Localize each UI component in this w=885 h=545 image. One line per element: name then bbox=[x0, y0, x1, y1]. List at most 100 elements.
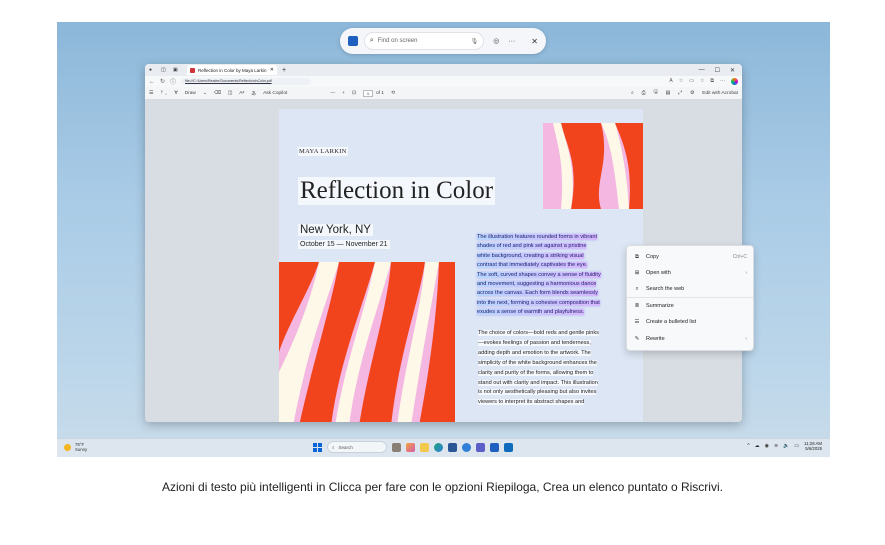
menu-item-search-web[interactable]: ⌕ Search the web bbox=[627, 282, 753, 298]
selected-line: shades of red and pink set against a pri… bbox=[477, 243, 587, 250]
copilot-app-icon[interactable] bbox=[406, 442, 415, 452]
body-paragraph: The choice of colors—bold reds and gentl… bbox=[478, 329, 618, 408]
tab-actions-icon[interactable]: ▣ bbox=[173, 67, 179, 73]
tab-title: Reflection in Color by Maya Larkin bbox=[198, 67, 267, 73]
weather-desc: Sunny bbox=[75, 447, 88, 452]
menu-item-summarize[interactable]: ≣ Summarize bbox=[627, 298, 753, 314]
document-title: Reflection in Color bbox=[298, 177, 496, 205]
new-tab-icon[interactable]: + bbox=[282, 67, 286, 74]
contents-icon[interactable]: ☰ bbox=[149, 91, 153, 96]
favorites-icon[interactable]: ☆ bbox=[700, 78, 704, 85]
network-icon[interactable]: ◉ bbox=[765, 443, 769, 449]
bulleted-list-icon: ☰ bbox=[634, 319, 640, 326]
collections-icon[interactable]: ⧉ bbox=[710, 78, 714, 85]
menu-item-label: Rewrite bbox=[646, 335, 665, 342]
fit-page-icon[interactable]: ⊡ bbox=[352, 91, 356, 96]
settings-app-icon[interactable] bbox=[462, 442, 471, 452]
chevron-right-icon: › bbox=[745, 335, 747, 342]
document-city: New York, NY bbox=[298, 224, 373, 236]
click-to-do-icon[interactable] bbox=[348, 36, 358, 46]
clock[interactable]: 11:28 AM 5/6/2025 bbox=[804, 441, 822, 451]
print-icon[interactable]: ⎙ bbox=[642, 90, 646, 96]
split-screen-icon[interactable]: ▭ bbox=[689, 78, 694, 85]
find-on-screen-input[interactable]: ⌕ Find on screen 🎙 bbox=[363, 32, 485, 50]
search-pdf-icon[interactable]: ⌕ bbox=[631, 90, 634, 96]
word-icon[interactable] bbox=[490, 442, 499, 452]
wifi-icon[interactable]: ≋ bbox=[774, 443, 778, 449]
body-line: simplicity of the white background enhan… bbox=[478, 359, 597, 366]
edit-with-acrobat-button[interactable]: Edit with Acrobat bbox=[702, 91, 738, 96]
tab-bar: ● ◫ ▣ Reflection in Color by Maya Larkin… bbox=[145, 64, 742, 76]
draw-icon[interactable]: ∀ bbox=[174, 91, 177, 96]
visual-search-icon[interactable]: ◎ bbox=[493, 37, 499, 45]
chevron-down-icon[interactable]: ⌄ bbox=[203, 91, 207, 96]
selected-line: contrast that immediately captivates the… bbox=[477, 262, 588, 269]
outlook-icon[interactable] bbox=[504, 442, 513, 452]
chevron-up-icon[interactable]: ^ bbox=[747, 443, 749, 449]
ask-copilot-button[interactable]: Ask Copilot bbox=[263, 91, 287, 96]
teams-icon[interactable] bbox=[476, 442, 485, 452]
translate-icon[interactable]: あ bbox=[251, 90, 256, 97]
pdf-toolbar: ☰ ᛘ ⌄ ∀ Draw ⌄ ⌫ ◫ Aᵃ あ Ask Copilot — + … bbox=[145, 87, 742, 100]
zoom-in-icon[interactable]: + bbox=[342, 91, 345, 96]
edge-browser-window: ● ◫ ▣ Reflection in Color by Maya Larkin… bbox=[145, 64, 742, 422]
more-options-icon[interactable]: ··· bbox=[508, 38, 515, 45]
menu-item-label: Search the web bbox=[646, 286, 685, 293]
menu-item-rewrite[interactable]: ✎ Rewrite › bbox=[627, 330, 753, 346]
battery-icon[interactable]: ▭ bbox=[794, 443, 799, 449]
save-icon[interactable]: 🖫 bbox=[653, 89, 657, 97]
profile-icon[interactable]: ● bbox=[149, 67, 155, 73]
settings-icon[interactable]: ⚙ bbox=[690, 91, 694, 96]
erase-icon[interactable]: ⌫ bbox=[214, 91, 221, 96]
weather-widget[interactable]: 78°F Sunny bbox=[64, 442, 87, 452]
store-icon[interactable] bbox=[448, 442, 457, 452]
rotate-icon[interactable]: ⟲ bbox=[391, 91, 395, 96]
favorite-icon[interactable]: ☆ bbox=[679, 78, 683, 85]
maximize-icon[interactable]: ☐ bbox=[715, 67, 720, 74]
chevron-right-icon: › bbox=[745, 270, 747, 277]
refresh-icon[interactable]: ↻ bbox=[160, 78, 165, 85]
save-as-icon[interactable]: ▤ bbox=[666, 91, 671, 96]
selected-paragraph[interactable]: The illustration features rounded forms … bbox=[477, 233, 617, 318]
selected-line: The illustration features rounded forms … bbox=[477, 234, 598, 240]
clock-date: 5/6/2025 bbox=[805, 446, 822, 451]
close-window-icon[interactable]: ✕ bbox=[730, 67, 735, 74]
view-icon[interactable]: ◫ bbox=[228, 91, 233, 96]
page-number-input[interactable]: 1 bbox=[362, 89, 373, 97]
menu-item-copy[interactable]: ⧉ Copy Ctrl+C bbox=[627, 249, 753, 265]
zoom-out-icon[interactable]: — bbox=[330, 91, 335, 96]
close-tab-icon[interactable]: ✕ bbox=[270, 67, 274, 73]
summarize-icon: ≣ bbox=[634, 303, 640, 310]
back-icon[interactable]: ← bbox=[149, 79, 155, 85]
url-field[interactable]: file:///C:/Users/Reader/Documents/Reflec… bbox=[181, 78, 312, 85]
file-explorer-icon[interactable] bbox=[420, 442, 429, 452]
copilot-icon[interactable] bbox=[731, 78, 738, 85]
page-total: of 1 bbox=[375, 90, 384, 96]
more-icon[interactable]: ··· bbox=[720, 78, 725, 85]
selected-line: into the next, forming a cohesive compos… bbox=[477, 299, 600, 306]
click-to-do-context-menu: ⧉ Copy Ctrl+C ⊞ Open with › ⌕ Search the… bbox=[626, 245, 754, 351]
minimize-icon[interactable]: — bbox=[699, 67, 705, 74]
read-aloud-pdf-icon[interactable]: Aᵃ bbox=[239, 91, 244, 96]
caption: Azioni di testo più intelligenti in Clic… bbox=[162, 480, 723, 494]
menu-item-open-with[interactable]: ⊞ Open with › bbox=[627, 265, 753, 281]
microphone-icon[interactable]: 🎙 bbox=[471, 38, 479, 45]
menu-item-bulleted-list[interactable]: ☰ Create a bulleted list bbox=[627, 314, 753, 330]
taskbar-search[interactable]: ⌕ Search bbox=[327, 441, 387, 453]
fullscreen-icon[interactable]: ⤢ bbox=[678, 90, 682, 96]
edge-icon[interactable] bbox=[434, 442, 443, 452]
menu-item-label: Copy bbox=[646, 254, 659, 261]
pdf-icon bbox=[190, 67, 195, 73]
start-icon[interactable] bbox=[313, 442, 322, 452]
tab-pdf[interactable]: Reflection in Color by Maya Larkin ✕ bbox=[187, 65, 277, 75]
close-icon[interactable]: ✕ bbox=[531, 37, 538, 46]
selected-line: white background, creating a striking vi… bbox=[477, 252, 584, 259]
address-bar-actions: A ☆ ▭ ☆ ⧉ ··· bbox=[669, 78, 738, 85]
read-aloud-icon[interactable]: A bbox=[669, 78, 672, 85]
onedrive-icon[interactable]: ☁ bbox=[755, 443, 760, 449]
highlight-icon[interactable]: ᛘ ⌄ bbox=[160, 90, 167, 96]
workspaces-icon[interactable]: ◫ bbox=[161, 67, 167, 73]
draw-button[interactable]: Draw bbox=[185, 91, 196, 96]
volume-icon[interactable]: 🔈 bbox=[783, 443, 789, 449]
task-view-icon[interactable] bbox=[392, 442, 401, 452]
